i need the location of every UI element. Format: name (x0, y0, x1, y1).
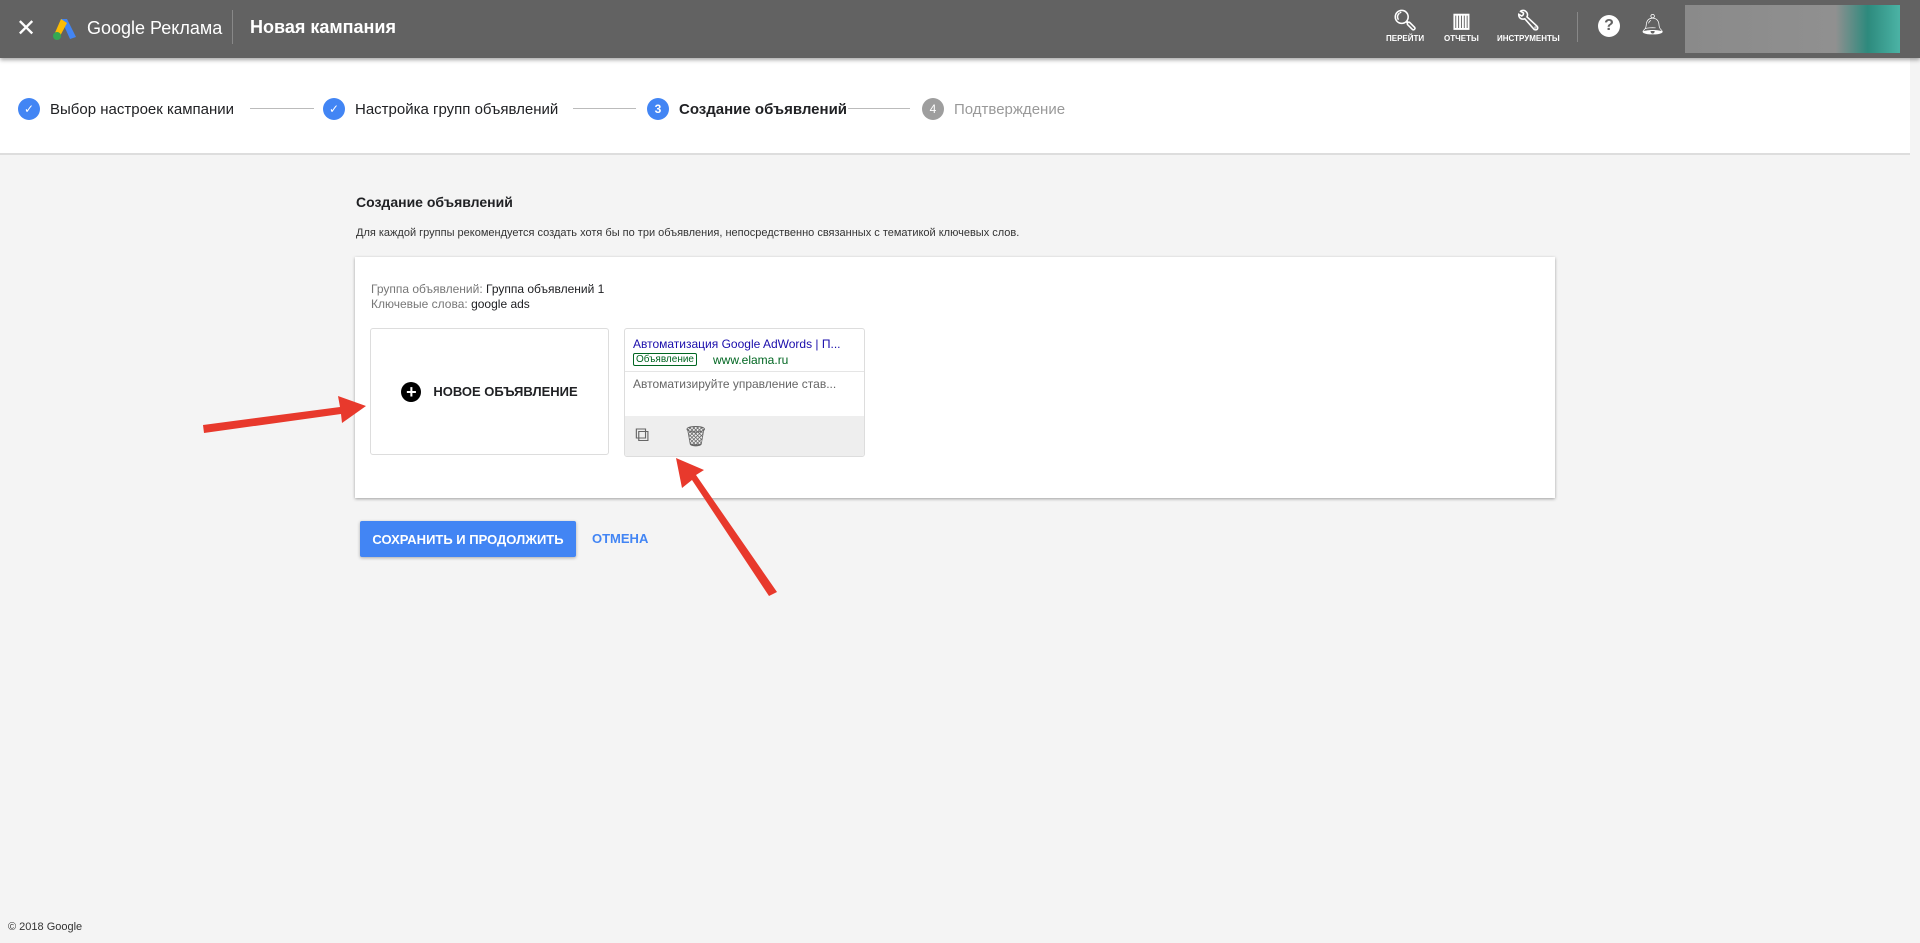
close-icon[interactable]: ✕ (16, 14, 36, 43)
step-connector (250, 108, 314, 109)
step-1[interactable]: ✓ Выбор настроек кампании (18, 98, 234, 120)
divider (625, 371, 864, 372)
reports-button[interactable]: ▥ ОТЧЕТЫ (1444, 8, 1479, 43)
step-label: Создание объявлений (679, 100, 848, 118)
step-3[interactable]: 3 Создание объявлений (647, 98, 847, 120)
tools-label: ИНСТРУМЕНТЫ (1497, 34, 1560, 43)
ad-url: www.elama.ru (713, 353, 789, 367)
reports-label: ОТЧЕТЫ (1444, 34, 1479, 43)
plus-icon: + (401, 381, 422, 402)
stepper: ✓ Выбор настроек кампании ✓ Настройка груп… (0, 58, 1910, 155)
footer-copyright: © 2018 Google (8, 921, 83, 933)
check-icon: ✓ (323, 98, 345, 120)
section-description: Для каждой группы рекомендуется создать … (356, 227, 1020, 239)
divider (1577, 12, 1578, 42)
bell-icon[interactable]: 🔔︎ (1640, 12, 1665, 37)
ad-group-info: Группа объявлений: Группа объявлений 1 (371, 282, 604, 296)
ad-actions: ⧉ 🗑︎ (625, 416, 864, 456)
account-info-blurred[interactable] (1685, 5, 1900, 53)
step-number: 3 (647, 98, 669, 120)
save-and-continue-button[interactable]: СОХРАНИТЬ И ПРОДОЛЖИТЬ (360, 521, 576, 557)
ad-badge: Объявление (633, 353, 697, 366)
ad-preview-card[interactable]: Автоматизация Google AdWords | П... Объя… (624, 328, 865, 457)
copy-icon[interactable]: ⧉ (635, 424, 649, 447)
step-connector (848, 108, 910, 109)
step-label: Настройка групп объявлений (355, 100, 559, 118)
page-title: Новая кампания (250, 17, 396, 37)
step-label: Подтверждение (954, 100, 1066, 118)
step-label: Выбор настроек кампании (50, 100, 235, 118)
cancel-button[interactable]: ОТМЕНА (592, 531, 648, 546)
new-ad-button[interactable]: + НОВОЕ ОБЪЯВЛЕНИЕ (370, 328, 609, 455)
google-ads-logo (53, 19, 76, 40)
search-icon: 🔍︎ (1392, 10, 1418, 32)
keywords-info: Ключевые слова: google ads (371, 297, 530, 311)
delete-icon[interactable]: 🗑︎ (683, 424, 708, 449)
ad-headline[interactable]: Автоматизация Google AdWords | П... (633, 337, 841, 351)
ad-group-label: Группа объявлений: (371, 282, 483, 296)
step-number: 4 (922, 98, 944, 120)
top-app-bar: ✕ Google Реклама Новая кампания 🔍︎ ПЕРЕЙТ… (0, 0, 1920, 58)
bar-chart-icon: ▥ (1451, 10, 1471, 32)
step-4: 4 Подтверждение (922, 98, 1065, 120)
tools-button[interactable]: 🔧︎ ИНСТРУМЕНТЫ (1497, 8, 1560, 43)
keywords-value: google ads (471, 297, 530, 311)
wrench-icon: 🔧︎ (1515, 10, 1542, 32)
divider (232, 10, 233, 44)
section-title: Создание объявлений (356, 194, 513, 210)
ad-group-card: Группа объявлений: Группа объявлений 1 К… (355, 257, 1555, 498)
brand-name: Google Реклама (87, 18, 223, 38)
goto-label: ПЕРЕЙТИ (1386, 34, 1425, 43)
ad-group-value: Группа объявлений 1 (486, 282, 605, 296)
ad-description: Автоматизируйте управление став... (633, 377, 837, 391)
help-icon[interactable]: ? (1598, 15, 1620, 37)
step-connector (573, 108, 636, 109)
red-arrow-icon (203, 396, 366, 433)
check-icon: ✓ (18, 98, 40, 120)
keywords-label: Ключевые слова: (371, 297, 468, 311)
goto-button[interactable]: 🔍︎ ПЕРЕЙТИ (1386, 8, 1424, 43)
step-2[interactable]: ✓ Настройка групп объявлений (323, 98, 558, 120)
new-ad-label: НОВОЕ ОБЪЯВЛЕНИЕ (433, 384, 578, 399)
